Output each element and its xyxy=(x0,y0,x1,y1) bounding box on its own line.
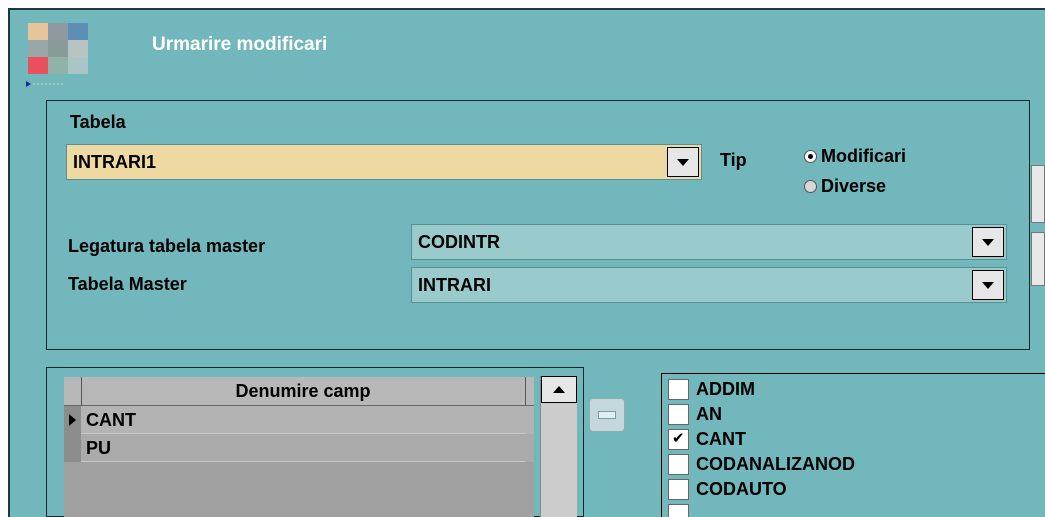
side-button-top[interactable] xyxy=(1031,165,1045,223)
logo-tile xyxy=(48,40,68,57)
chevron-down-icon xyxy=(982,238,994,246)
master-table-dropdown-button[interactable] xyxy=(972,270,1004,300)
arrow-up-icon xyxy=(553,386,565,393)
grid-vertical-scrollbar[interactable] xyxy=(540,376,577,517)
logo-tile xyxy=(48,23,68,40)
logo-tile xyxy=(28,23,48,40)
checkbox[interactable] xyxy=(668,478,689,500)
side-button-bottom[interactable] xyxy=(1031,232,1045,286)
row-indicator xyxy=(64,434,81,462)
table-row[interactable]: CANT xyxy=(64,406,534,434)
tabela-label: Tabela xyxy=(70,112,126,132)
master-link-dropdown-button[interactable] xyxy=(972,227,1004,257)
remove-field-button[interactable] xyxy=(589,398,625,432)
checkbox[interactable] xyxy=(668,453,689,475)
current-row-arrow-icon xyxy=(69,414,76,426)
radio-unselected-icon xyxy=(804,180,817,193)
radio-diverse-label: Diverse xyxy=(821,176,887,196)
dotted-marker-icon xyxy=(26,81,63,87)
list-item[interactable]: CANT xyxy=(668,427,746,451)
row-cell xyxy=(81,434,525,462)
master-table-combo[interactable]: INTRARI xyxy=(411,267,1007,303)
chevron-down-icon xyxy=(677,158,689,166)
row-value: CANT xyxy=(86,410,136,430)
list-item[interactable]: CODANALIZANOD xyxy=(668,452,855,476)
row-cell xyxy=(81,406,525,434)
radio-modificari-label: Modificari xyxy=(821,146,907,166)
list-item[interactable]: ADDIM xyxy=(668,377,755,401)
window: Urmarire modificari Tabela INTRARI1 Tip … xyxy=(0,0,1045,517)
minus-icon xyxy=(598,411,616,419)
logo-tile xyxy=(28,40,48,57)
checkbox[interactable] xyxy=(668,378,689,400)
list-item-label: CODANALIZANOD xyxy=(696,454,855,474)
checkbox[interactable] xyxy=(668,403,689,425)
tabela-dropdown-button[interactable] xyxy=(667,147,699,177)
window-title: Urmarire modificari xyxy=(152,34,328,55)
logo-tile xyxy=(68,57,88,74)
tabela-value: INTRARI1 xyxy=(73,152,157,172)
master-link-label: Legatura tabela master xyxy=(68,236,266,256)
row-value: PU xyxy=(86,438,112,458)
scroll-up-button[interactable] xyxy=(541,376,577,403)
grid-header-indicator xyxy=(64,377,82,405)
list-item-label: CODAUTO xyxy=(696,479,787,499)
radio-diverse[interactable]: Diverse xyxy=(804,176,886,197)
list-item[interactable]: AN xyxy=(668,402,722,426)
fields-grid-body: Denumire camp CANT PU xyxy=(64,377,534,517)
master-table-value: INTRARI xyxy=(418,275,491,295)
logo-tile xyxy=(48,57,68,74)
grid-header: Denumire camp xyxy=(64,377,534,406)
master-link-combo[interactable]: CODINTR xyxy=(411,224,1007,260)
list-item-label: ADDIM xyxy=(696,379,755,399)
column-header-denumire-camp[interactable]: Denumire camp xyxy=(81,377,526,405)
checkbox[interactable] xyxy=(668,503,689,517)
app-logo-icon xyxy=(28,23,88,75)
tabela-combo[interactable]: INTRARI1 xyxy=(66,144,702,180)
fields-grid: Denumire camp CANT PU xyxy=(46,367,584,517)
master-link-value: CODINTR xyxy=(418,232,500,252)
list-item[interactable]: CODAUTO xyxy=(668,477,787,501)
list-item-label: CANT xyxy=(696,429,746,449)
tip-label: Tip xyxy=(720,150,747,170)
field-checklist: ADDIM AN CANT CODANALIZANOD CODAUTO xyxy=(661,373,1045,517)
list-item-label: AN xyxy=(696,404,722,424)
row-indicator xyxy=(64,406,81,434)
table-row[interactable]: PU xyxy=(64,434,534,462)
logo-tile xyxy=(68,40,88,57)
radio-modificari[interactable]: Modificari xyxy=(804,146,906,167)
radio-selected-icon xyxy=(804,150,817,163)
checkbox-checked[interactable] xyxy=(668,428,689,450)
master-table-label: Tabela Master xyxy=(68,274,187,294)
logo-tile xyxy=(28,57,48,74)
list-item-partial xyxy=(668,502,696,517)
logo-tile xyxy=(68,23,88,40)
chevron-down-icon xyxy=(982,281,994,289)
